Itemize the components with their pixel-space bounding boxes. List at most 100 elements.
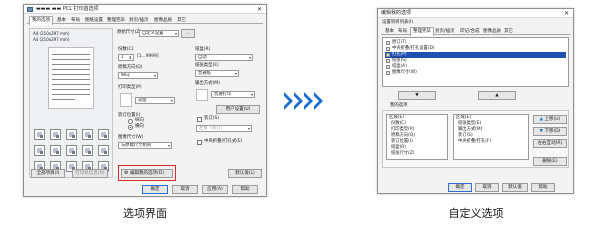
staple-position-select[interactable]: 左角（装订） ▾ <box>196 125 252 132</box>
preview-panel: A4 (210x297 mm) A4 (210x297 mm) <box>29 28 113 178</box>
staple-landscape-radio[interactable] <box>128 125 133 130</box>
duplex-icon[interactable] <box>50 129 61 140</box>
default-button[interactable]: 默认值 <box>502 183 528 192</box>
tab-basic[interactable]: 基本 <box>383 28 396 35</box>
move-down-button[interactable]: ▼ 下移(D) <box>533 127 567 136</box>
arrow-down-icon: ▼ <box>539 129 544 134</box>
close-icon[interactable]: ✕ <box>255 6 264 13</box>
add-to-options-button[interactable]: ▼ <box>398 91 436 100</box>
list-item[interactable]: 纸张尺寸(Z) <box>389 151 445 157</box>
chevron-right-icon <box>314 92 323 110</box>
chevron-right-icon <box>294 92 303 110</box>
right-caption: 自定义选项 <box>448 207 504 220</box>
printer-info-button[interactable]: 打印机信息(N) <box>72 169 108 178</box>
chevron-right-icon <box>304 92 313 110</box>
paper-type-select[interactable]: 普通纸 ▾ <box>195 70 239 77</box>
move-up-button[interactable]: ▲ 上移(U) <box>533 115 567 124</box>
tab-basic[interactable]: 基本 <box>55 17 68 24</box>
preview-size-line2: A4 (210x297 mm) <box>33 37 70 42</box>
ok-button[interactable]: 确定 <box>448 183 472 192</box>
settings-list-label: 设置项目列表(I) <box>382 20 414 25</box>
output-size-label: 图像尺寸(W) <box>118 135 144 140</box>
tab-stamp[interactable]: 印记/合成 <box>458 28 482 35</box>
output-method-preview-icon <box>196 89 208 101</box>
punch-checkbox-label: 中央折叠/打孔式(E) <box>204 139 243 144</box>
list-item[interactable]: 图像尺寸(W) <box>385 70 566 76</box>
my-options-label: 我的选项 <box>390 103 408 108</box>
punch-checkbox[interactable] <box>197 140 202 145</box>
tab-layout[interactable]: 布局 <box>69 17 82 24</box>
staple-portrait-radio[interactable] <box>128 119 133 124</box>
tab-bar: 我的选项 基本 布局 图纸设置 整理完毕 封页/插页 图像品质 其它 <box>27 16 263 25</box>
paper-icon[interactable] <box>50 145 61 156</box>
staple-icon[interactable] <box>66 129 77 140</box>
staple-checkbox[interactable] <box>197 117 202 122</box>
tab-image-quality[interactable]: 图像品质 <box>152 17 174 24</box>
paper-tray-select[interactable]: 自动 ▾ <box>195 54 253 61</box>
tab-finishing[interactable]: 整理完毕 <box>410 27 434 36</box>
punch-icon[interactable] <box>82 129 93 140</box>
my-options-column-2[interactable]: 区域(E) 纸张类型(E) 输出方式(M) 装订(S) 中央折叠/打孔(F) <box>453 114 529 160</box>
printer-app-icon <box>27 7 33 12</box>
output-method-select[interactable]: 普通打印 ▾ <box>211 91 255 98</box>
left-caption: 选项界面 <box>123 207 167 220</box>
copies-range: [1...9999] <box>137 54 159 59</box>
copies-input[interactable]: 1 ⬍ <box>118 54 134 61</box>
list-item[interactable]: 中央折叠/打孔(F) <box>456 139 526 145</box>
print-type-label: 打印类型(P) <box>118 85 142 90</box>
copies-icon[interactable] <box>34 129 45 140</box>
title-bar: ▬▬▬ ▬▬ PCL 打印首选项 ✕ <box>24 5 266 14</box>
tab-other[interactable]: 其它 <box>175 17 188 24</box>
orientation-label: 原稿方向(Q) <box>118 65 143 70</box>
layout-icon[interactable] <box>82 145 93 156</box>
tab-layout[interactable]: 布局 <box>396 28 409 35</box>
staple-checkbox-label: 装订(S) <box>204 116 219 121</box>
fold-icon[interactable] <box>98 129 109 140</box>
tab-other[interactable]: 其它 <box>502 28 515 35</box>
orientation-select[interactable]: 纵向 ▾ <box>118 72 158 79</box>
settings-list-button[interactable]: 全部项目(I) <box>31 169 65 178</box>
tab-paper-setup[interactable]: 图纸设置 <box>83 17 105 24</box>
remove-from-options-button[interactable]: ▲ <box>478 91 516 100</box>
tab-cover-insert[interactable]: 封页/插页 <box>127 17 151 24</box>
transition-arrows <box>284 92 334 110</box>
edit-my-options-window: 编辑我的选项 ✕ 设置项目列表(I) 基本 布局 整理完毕 封页/插页 印记/合… <box>377 8 574 194</box>
paper-size-select[interactable]: 自定义设置 ▾ <box>139 30 179 37</box>
tab-my-options[interactable]: 我的选项 <box>29 16 53 25</box>
tray-icon[interactable] <box>34 145 45 156</box>
help-button[interactable]: 帮助 <box>531 183 555 192</box>
user-setting-button[interactable]: 用户设置(U) <box>216 105 260 114</box>
delete-button[interactable]: 删除(E) <box>533 157 567 166</box>
title-bar: 编辑我的选项 ✕ <box>378 9 573 18</box>
paper-size-edit-button[interactable]: … <box>181 29 195 38</box>
item-icon <box>386 47 390 51</box>
tab-image-quality[interactable]: 图像品质 <box>481 28 503 35</box>
booklet-icon[interactable] <box>66 145 77 156</box>
copies-label: 份数(C) <box>118 47 134 52</box>
tab-finishing[interactable]: 整理完毕 <box>105 17 127 24</box>
output-size-select[interactable]: 与原稿尺寸相同 ▾ <box>118 142 172 149</box>
chevron-right-icon <box>284 92 293 110</box>
my-options-column-1[interactable]: 区域(E) 份数(C) 打印类型(P) 原稿方向(Q) 装订位置(I) 纸盒(R… <box>386 114 448 160</box>
staple-landscape-label: 横向 <box>135 124 144 129</box>
duplex-preview-icon <box>120 93 132 107</box>
default-button[interactable]: 默认值(L) <box>228 169 262 178</box>
settings-item-list[interactable]: 原订(T) 中央折叠/打孔设置(D) 打孔(P) 纸张(S) 纸盒(A) 图像尺… <box>382 37 569 87</box>
swap-columns-button[interactable]: 左右互动(R) <box>533 139 567 148</box>
paper-size-label: 原始尺寸(Z) <box>117 30 141 35</box>
cancel-button[interactable]: 取消 <box>172 185 198 194</box>
help-button[interactable]: 帮助 <box>232 185 258 194</box>
print-type-select[interactable]: 双面 ▾ <box>135 97 175 104</box>
cancel-button[interactable]: 取消 <box>475 183 499 192</box>
window-title: 编辑我的选项 <box>381 10 412 16</box>
tab-bar: 基本 布局 整理完毕 封页/插页 印记/合成 图像品质 其它 <box>381 27 570 36</box>
apply-button[interactable]: 应用(A) <box>202 185 228 194</box>
ok-button[interactable]: 确定 <box>142 185 168 194</box>
output-icon[interactable] <box>98 145 109 156</box>
window-title: ▬▬▬ ▬▬ PCL 打印首选项 <box>36 6 99 12</box>
tab-cover-insert[interactable]: 封页/插页 <box>433 28 457 35</box>
item-icon <box>386 71 390 75</box>
highlight-box <box>118 165 176 181</box>
print-preferences-window: ▬▬▬ ▬▬ PCL 打印首选项 ✕ 我的选项 基本 布局 图纸设置 整理完毕 … <box>23 4 267 197</box>
close-icon[interactable]: ✕ <box>562 10 571 17</box>
